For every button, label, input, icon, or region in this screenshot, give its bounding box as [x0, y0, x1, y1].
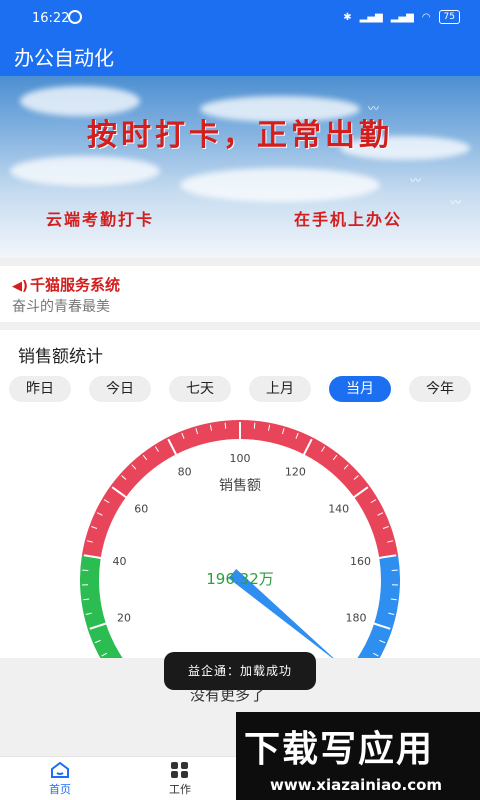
page-title: 办公自动化 — [14, 46, 114, 70]
banner-image[interactable]: 〰 〰 〰 按时打卡，正常出勤 云端考勤打卡 在手机上办公 — [0, 76, 480, 258]
tabbar-home-label: 首页 — [49, 783, 71, 796]
status-bar: 16:22 ✱ ▂▄▆ ▂▄▆ ◠ 75 — [0, 0, 480, 36]
signal-icon: ▂▄▆ — [359, 11, 383, 23]
gauge-band-high — [356, 554, 400, 660]
tabbar-work-label: 工作 — [169, 783, 191, 796]
toast-message: 益企通：加载成功 — [164, 652, 316, 690]
gauge-tick-label: 40 — [113, 555, 127, 568]
notice-title: 千猫服务系统 — [29, 276, 120, 294]
tab-seven-days[interactable]: 七天 — [169, 376, 231, 402]
status-indicators: ✱ ▂▄▆ ▂▄▆ ◠ 75 — [343, 10, 460, 24]
speaker-icon: ◀) — [12, 279, 28, 294]
watermark-logo: 下载写应用 www.xiazainiao.com — [236, 712, 480, 800]
tab-this-year[interactable]: 今年 — [409, 376, 471, 402]
cloud — [180, 168, 380, 202]
banner-subtitle-left: 云端考勤打卡 — [46, 210, 155, 229]
apps-grid-icon — [171, 762, 188, 778]
watermark-url: www.xiazainiao.com — [270, 776, 443, 794]
bluetooth-icon: ✱ — [343, 11, 352, 23]
notice-title-row: ◀) 千猫服务系统 — [12, 274, 120, 295]
gauge-tick-label: 120 — [285, 465, 306, 478]
wifi-icon: ◠ — [421, 11, 431, 23]
gauge-tick-label: 140 — [328, 502, 349, 515]
bird-icon: 〰 — [450, 196, 461, 209]
tab-last-month[interactable]: 上月 — [249, 376, 311, 402]
gauge-tick-label: 80 — [178, 465, 192, 478]
alarm-icon — [68, 10, 82, 24]
banner-subtitle-right: 在手机上办公 — [294, 210, 403, 229]
sales-title: 销售额统计 — [18, 347, 103, 367]
gauge-label: 销售额 — [219, 478, 261, 494]
tab-today[interactable]: 今日 — [89, 376, 151, 402]
app-bar: 办公自动化 — [0, 36, 480, 76]
tabbar-home[interactable]: 首页 — [30, 761, 90, 797]
gauge-tick-label: 180 — [346, 612, 367, 625]
notice-panel[interactable]: ◀) 千猫服务系统 奋斗的青春最美 — [0, 266, 480, 322]
tabbar-work[interactable]: 工作 — [150, 761, 210, 797]
sales-gauge: 020406080100120140160180200 销售额 196.32万 — [80, 420, 400, 660]
watermark-title: 下载写应用 — [244, 729, 435, 770]
gauge-tick-label: 60 — [134, 502, 148, 515]
tab-this-month[interactable]: 当月 — [329, 376, 391, 402]
banner-headline: 按时打卡，正常出勤 — [87, 118, 393, 153]
cloud — [10, 156, 160, 186]
gauge-tick-label: 100 — [230, 452, 251, 465]
sales-card: 销售额统计 昨日 今日 七天 上月 当月 今年 0204060801001201… — [0, 330, 480, 660]
tab-yesterday[interactable]: 昨日 — [9, 376, 71, 402]
gauge-value: 196.32万 — [206, 570, 274, 588]
gauge-tick — [253, 422, 256, 429]
signal-icon-2: ▂▄▆ — [390, 11, 414, 23]
gauge-tick-label: 20 — [117, 612, 131, 625]
gauge-tick-label: 160 — [350, 555, 371, 568]
gauge-tick — [224, 422, 227, 429]
status-time: 16:22 — [32, 11, 70, 26]
period-tabs: 昨日 今日 七天 上月 当月 今年 — [0, 376, 480, 402]
battery-icon: 75 — [438, 10, 460, 24]
gauge-band-low — [80, 554, 124, 660]
notice-subtitle: 奋斗的青春最美 — [12, 299, 110, 315]
bird-icon: 〰 — [410, 174, 421, 187]
home-icon — [51, 761, 69, 778]
